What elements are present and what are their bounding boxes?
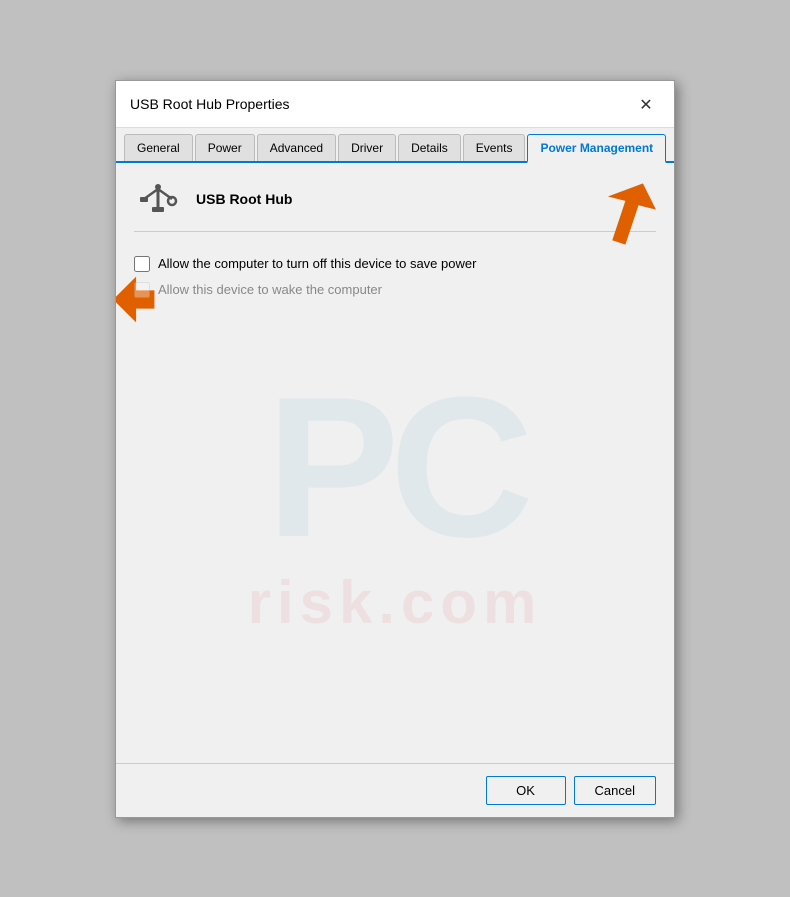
cancel-button[interactable]: Cancel (574, 776, 656, 805)
tab-power-management[interactable]: Power Management (527, 134, 666, 163)
arrow-left (116, 272, 159, 330)
close-button[interactable]: ✕ (632, 91, 660, 119)
checkboxes-section: Allow the computer to turn off this devi… (134, 256, 656, 298)
dialog-title: USB Root Hub Properties (130, 96, 290, 122)
device-name: USB Root Hub (196, 191, 292, 207)
dialog-window: USB Root Hub Properties ✕ General Power … (115, 80, 675, 818)
arrow-top-right (586, 179, 656, 252)
allow-turn-off-checkbox[interactable] (134, 256, 150, 272)
footer: OK Cancel (116, 763, 674, 817)
checkbox-allow-wake-row: Allow this device to wake the computer (134, 282, 382, 298)
allow-turn-off-label: Allow the computer to turn off this devi… (158, 256, 476, 271)
content-area: USB Root Hub PC risk.com Allow the compu… (116, 163, 674, 763)
tab-power[interactable]: Power (195, 134, 255, 161)
tab-events[interactable]: Events (463, 134, 526, 161)
tab-details[interactable]: Details (398, 134, 461, 161)
ok-button[interactable]: OK (486, 776, 566, 805)
device-header: USB Root Hub (134, 179, 656, 232)
watermark: PC risk.com (116, 243, 674, 763)
tab-driver[interactable]: Driver (338, 134, 396, 161)
checkbox-allow-turn-off-row: Allow the computer to turn off this devi… (134, 256, 656, 272)
tab-bar: General Power Advanced Driver Details Ev… (116, 128, 674, 163)
usb-icon (134, 179, 182, 219)
allow-wake-label: Allow this device to wake the computer (158, 282, 382, 297)
allow-wake-checkbox[interactable] (134, 282, 150, 298)
title-bar: USB Root Hub Properties ✕ (116, 81, 674, 128)
tab-advanced[interactable]: Advanced (257, 134, 336, 161)
tab-general[interactable]: General (124, 134, 193, 161)
